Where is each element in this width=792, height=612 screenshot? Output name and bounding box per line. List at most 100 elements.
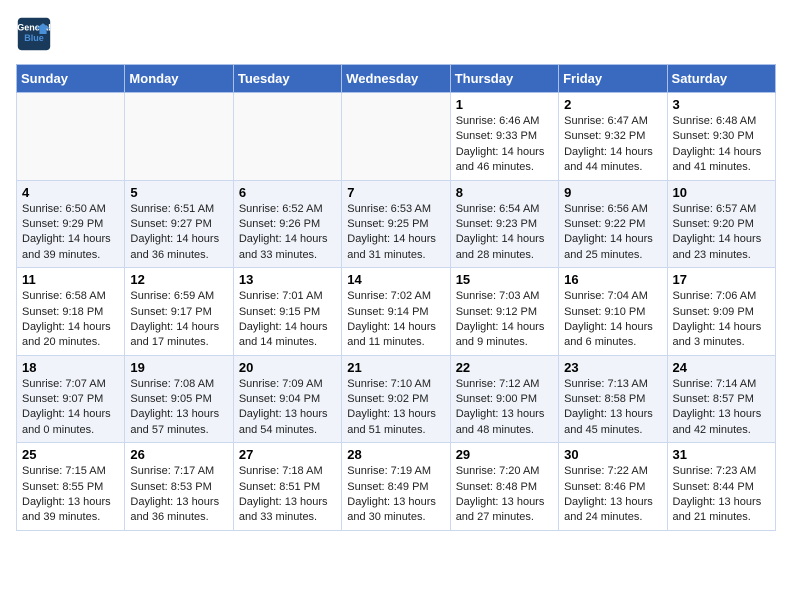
day-number: 18 — [22, 360, 119, 375]
calendar-cell: 20 Sunrise: 7:09 AM Sunset: 9:04 PM Dayli… — [233, 355, 341, 443]
page-header: General Blue — [16, 16, 776, 52]
day-number: 20 — [239, 360, 336, 375]
day-info: Sunrise: 7:01 AM Sunset: 9:15 PM Dayligh… — [239, 289, 336, 351]
day-number: 16 — [564, 272, 661, 287]
day-header-saturday: Saturday — [667, 65, 775, 93]
week-row-1: 1 Sunrise: 6:46 AM Sunset: 9:33 PM Daylig… — [17, 93, 776, 181]
logo-icon: General Blue — [16, 16, 52, 52]
day-number: 15 — [456, 272, 553, 287]
calendar-cell: 23 Sunrise: 7:13 AM Sunset: 8:58 PM Dayli… — [559, 355, 667, 443]
day-info: Sunrise: 6:47 AM Sunset: 9:32 PM Dayligh… — [564, 114, 661, 176]
calendar-cell: 10Sunrise: 6:57 AM Sunset: 9:20 PM Dayli… — [667, 180, 775, 268]
day-number: 19 — [130, 360, 227, 375]
day-info: Sunrise: 7:18 AM Sunset: 8:51 PM Dayligh… — [239, 464, 336, 526]
week-row-3: 11 Sunrise: 6:58 AM Sunset: 9:18 PM Dayli… — [17, 268, 776, 356]
calendar-cell: 17 Sunrise: 7:06 AM Sunset: 9:09 PM Dayli… — [667, 268, 775, 356]
day-header-tuesday: Tuesday — [233, 65, 341, 93]
day-number: 7 — [347, 185, 444, 200]
day-info: Sunrise: 7:04 AM Sunset: 9:10 PM Dayligh… — [564, 289, 661, 351]
calendar-cell: 29Sunrise: 7:20 AM Sunset: 8:48 PM Dayli… — [450, 443, 558, 531]
day-number: 24 — [673, 360, 770, 375]
day-info: Sunrise: 7:03 AM Sunset: 9:12 PM Dayligh… — [456, 289, 553, 351]
calendar-cell: 3 Sunrise: 6:48 AM Sunset: 9:30 PM Daylig… — [667, 93, 775, 181]
day-info: Sunrise: 7:06 AM Sunset: 9:09 PM Dayligh… — [673, 289, 770, 351]
day-info: Sunrise: 7:02 AM Sunset: 9:14 PM Dayligh… — [347, 289, 444, 351]
day-number: 23 — [564, 360, 661, 375]
calendar-cell: 21 Sunrise: 7:10 AM Sunset: 9:02 PM Dayli… — [342, 355, 450, 443]
day-number: 4 — [22, 185, 119, 200]
day-info: Sunrise: 6:52 AM Sunset: 9:26 PM Dayligh… — [239, 202, 336, 264]
calendar-cell: 5Sunrise: 6:51 AM Sunset: 9:27 PM Daylig… — [125, 180, 233, 268]
calendar-cell — [342, 93, 450, 181]
day-info: Sunrise: 7:13 AM Sunset: 8:58 PM Dayligh… — [564, 377, 661, 439]
day-number: 28 — [347, 447, 444, 462]
calendar-cell: 27 Sunrise: 7:18 AM Sunset: 8:51 PM Dayli… — [233, 443, 341, 531]
day-number: 21 — [347, 360, 444, 375]
day-number: 3 — [673, 97, 770, 112]
calendar-cell: 13 Sunrise: 7:01 AM Sunset: 9:15 PM Dayli… — [233, 268, 341, 356]
calendar-cell: 24 Sunrise: 7:14 AM Sunset: 8:57 PM Dayli… — [667, 355, 775, 443]
day-number: 25 — [22, 447, 119, 462]
calendar-cell: 12Sunrise: 6:59 AM Sunset: 9:17 PM Dayli… — [125, 268, 233, 356]
day-info: Sunrise: 6:56 AM Sunset: 9:22 PM Dayligh… — [564, 202, 661, 264]
day-info: Sunrise: 7:08 AM Sunset: 9:05 PM Dayligh… — [130, 377, 227, 439]
day-number: 9 — [564, 185, 661, 200]
calendar-cell: 25 Sunrise: 7:15 AM Sunset: 8:55 PM Dayli… — [17, 443, 125, 531]
day-info: Sunrise: 7:17 AM Sunset: 8:53 PM Dayligh… — [130, 464, 227, 526]
day-info: Sunrise: 7:22 AM Sunset: 8:46 PM Dayligh… — [564, 464, 661, 526]
day-info: Sunrise: 7:23 AM Sunset: 8:44 PM Dayligh… — [673, 464, 770, 526]
day-number: 26 — [130, 447, 227, 462]
calendar-cell: 16 Sunrise: 7:04 AM Sunset: 9:10 PM Dayli… — [559, 268, 667, 356]
calendar-cell — [233, 93, 341, 181]
calendar-table: SundayMondayTuesdayWednesdayThursdayFrid… — [16, 64, 776, 531]
day-info: Sunrise: 7:10 AM Sunset: 9:02 PM Dayligh… — [347, 377, 444, 439]
calendar-cell: 7 Sunrise: 6:53 AM Sunset: 9:25 PM Daylig… — [342, 180, 450, 268]
day-info: Sunrise: 6:46 AM Sunset: 9:33 PM Dayligh… — [456, 114, 553, 176]
day-number: 29 — [456, 447, 553, 462]
calendar-cell — [17, 93, 125, 181]
day-number: 13 — [239, 272, 336, 287]
day-info: Sunrise: 6:59 AM Sunset: 9:17 PM Dayligh… — [130, 289, 227, 351]
day-number: 31 — [673, 447, 770, 462]
day-info: Sunrise: 6:54 AM Sunset: 9:23 PM Dayligh… — [456, 202, 553, 264]
calendar-cell: 14 Sunrise: 7:02 AM Sunset: 9:14 PM Dayli… — [342, 268, 450, 356]
day-header-thursday: Thursday — [450, 65, 558, 93]
day-info: Sunrise: 6:58 AM Sunset: 9:18 PM Dayligh… — [22, 289, 119, 351]
logo: General Blue — [16, 16, 52, 52]
day-number: 10 — [673, 185, 770, 200]
calendar-cell: 9 Sunrise: 6:56 AM Sunset: 9:22 PM Daylig… — [559, 180, 667, 268]
day-number: 6 — [239, 185, 336, 200]
calendar-cell: 26 Sunrise: 7:17 AM Sunset: 8:53 PM Dayli… — [125, 443, 233, 531]
week-row-4: 18 Sunrise: 7:07 AM Sunset: 9:07 PM Dayli… — [17, 355, 776, 443]
week-row-5: 25 Sunrise: 7:15 AM Sunset: 8:55 PM Dayli… — [17, 443, 776, 531]
day-info: Sunrise: 7:19 AM Sunset: 8:49 PM Dayligh… — [347, 464, 444, 526]
day-info: Sunrise: 6:53 AM Sunset: 9:25 PM Dayligh… — [347, 202, 444, 264]
calendar-cell: 28 Sunrise: 7:19 AM Sunset: 8:49 PM Dayli… — [342, 443, 450, 531]
calendar-cell: 30 Sunrise: 7:22 AM Sunset: 8:46 PM Dayli… — [559, 443, 667, 531]
calendar-cell: 19 Sunrise: 7:08 AM Sunset: 9:05 PM Dayli… — [125, 355, 233, 443]
day-info: Sunrise: 6:50 AM Sunset: 9:29 PM Dayligh… — [22, 202, 119, 264]
day-number: 22 — [456, 360, 553, 375]
day-number: 2 — [564, 97, 661, 112]
day-info: Sunrise: 7:15 AM Sunset: 8:55 PM Dayligh… — [22, 464, 119, 526]
day-header-wednesday: Wednesday — [342, 65, 450, 93]
day-info: Sunrise: 6:51 AM Sunset: 9:27 PM Dayligh… — [130, 202, 227, 264]
calendar-cell: 11 Sunrise: 6:58 AM Sunset: 9:18 PM Dayli… — [17, 268, 125, 356]
day-number: 30 — [564, 447, 661, 462]
day-number: 14 — [347, 272, 444, 287]
week-row-2: 4 Sunrise: 6:50 AM Sunset: 9:29 PM Daylig… — [17, 180, 776, 268]
day-info: Sunrise: 7:14 AM Sunset: 8:57 PM Dayligh… — [673, 377, 770, 439]
day-number: 1 — [456, 97, 553, 112]
calendar-cell: 4 Sunrise: 6:50 AM Sunset: 9:29 PM Daylig… — [17, 180, 125, 268]
day-info: Sunrise: 7:07 AM Sunset: 9:07 PM Dayligh… — [22, 377, 119, 439]
calendar-cell — [125, 93, 233, 181]
day-number: 17 — [673, 272, 770, 287]
calendar-cell: 31 Sunrise: 7:23 AM Sunset: 8:44 PM Dayli… — [667, 443, 775, 531]
day-number: 11 — [22, 272, 119, 287]
calendar-cell: 22Sunrise: 7:12 AM Sunset: 9:00 PM Dayli… — [450, 355, 558, 443]
day-info: Sunrise: 7:09 AM Sunset: 9:04 PM Dayligh… — [239, 377, 336, 439]
day-number: 27 — [239, 447, 336, 462]
day-header-friday: Friday — [559, 65, 667, 93]
day-info: Sunrise: 6:48 AM Sunset: 9:30 PM Dayligh… — [673, 114, 770, 176]
calendar-cell: 1 Sunrise: 6:46 AM Sunset: 9:33 PM Daylig… — [450, 93, 558, 181]
